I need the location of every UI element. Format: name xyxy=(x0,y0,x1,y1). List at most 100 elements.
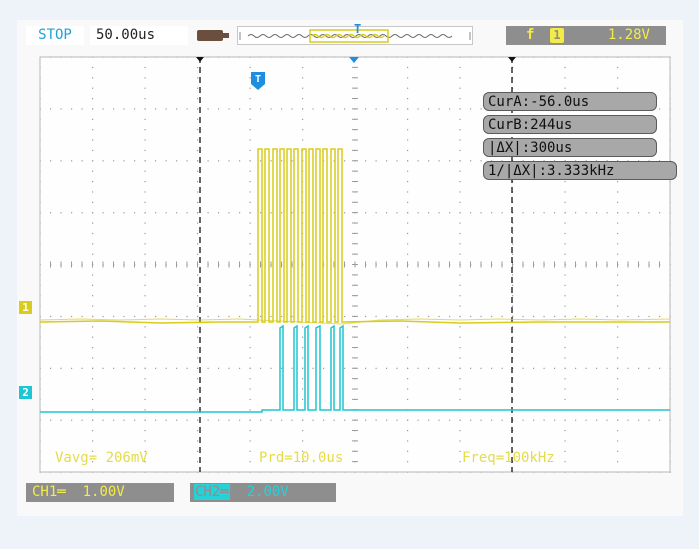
graticule-dot xyxy=(564,181,566,183)
graticule-dot xyxy=(564,430,566,432)
graticule-dot xyxy=(543,419,545,421)
graticule-dot xyxy=(197,87,199,89)
graticule-dot xyxy=(312,419,314,421)
graticule-dot xyxy=(102,315,104,318)
timebase-readout[interactable]: 50.00us xyxy=(90,26,188,45)
graticule-dot xyxy=(564,419,566,421)
graticule-dot xyxy=(249,243,251,245)
graticule-dot xyxy=(470,160,472,162)
graticule-dot xyxy=(123,108,125,110)
ch2-ground-marker[interactable]: 2 xyxy=(19,386,32,399)
graticule-dot xyxy=(176,315,178,318)
graticule-dot xyxy=(102,419,104,421)
graticule-dot xyxy=(239,315,241,318)
graticule-dot xyxy=(144,274,146,276)
graticule-dot xyxy=(144,367,146,369)
graticule-dot xyxy=(302,419,304,421)
graticule-dot xyxy=(239,160,241,162)
graticule-dot xyxy=(648,315,650,318)
graticule-dot xyxy=(144,243,146,245)
graticule-dot xyxy=(344,315,346,318)
graticule-dot xyxy=(512,305,514,307)
graticule-dot xyxy=(207,212,209,214)
graticule-dot xyxy=(617,378,619,380)
ch2-scale-box[interactable]: CH2═ 2.00V xyxy=(190,483,336,502)
graticule-dot xyxy=(617,450,619,452)
graticule-dot xyxy=(249,378,251,380)
period-measurement: Prd=10.0us xyxy=(259,450,344,466)
graticule-dot xyxy=(564,357,566,359)
graticule-dot xyxy=(249,367,251,369)
graticule-dot xyxy=(323,108,325,110)
graticule-dot xyxy=(428,160,430,162)
graticule-dot xyxy=(144,378,146,380)
graticule-dot xyxy=(113,315,115,318)
graticule-dot xyxy=(627,367,629,369)
graticule-dot xyxy=(375,367,377,369)
run-state-badge[interactable]: STOP xyxy=(26,26,84,45)
graticule-dot xyxy=(617,201,619,203)
trigger-point-label: T xyxy=(255,74,261,85)
graticule-dot xyxy=(92,419,94,421)
graticule-dot xyxy=(333,108,335,110)
graticule-dot xyxy=(92,212,94,214)
graticule-dot xyxy=(92,274,94,276)
graticule-dot xyxy=(522,212,524,214)
graticule-dot xyxy=(459,357,461,359)
graticule-dot xyxy=(638,315,640,318)
graticule-dot xyxy=(459,450,461,452)
graticule-dot xyxy=(564,450,566,452)
graticule-dot xyxy=(249,139,251,141)
memory-trigger-marker: T xyxy=(354,22,362,36)
graticule-dot xyxy=(197,160,199,162)
graticule-dot xyxy=(239,108,241,110)
graticule-dot xyxy=(186,367,188,369)
graticule-dot xyxy=(480,367,482,369)
graticule-dot xyxy=(417,160,419,162)
graticule-dot xyxy=(144,253,146,255)
graticule-dot xyxy=(239,367,241,369)
graticule-dot xyxy=(617,305,619,307)
graticule-dot xyxy=(144,398,146,401)
graticule-dot xyxy=(134,315,136,318)
graticule-dot xyxy=(197,450,199,452)
graticule-dot xyxy=(459,461,461,463)
graticule-dot xyxy=(291,108,293,110)
graticule-dot xyxy=(459,222,461,224)
graticule-dot xyxy=(249,388,251,390)
graticule-dot xyxy=(344,160,346,162)
ch1-ground-marker[interactable]: 1 xyxy=(19,301,32,314)
graticule-dot xyxy=(386,160,388,162)
graticule-dot xyxy=(197,118,199,120)
ch1-scale-box[interactable]: CH1═ 1.00V xyxy=(26,483,174,502)
graticule-dot xyxy=(365,160,367,162)
graticule-dot xyxy=(60,160,62,162)
graticule-dot xyxy=(144,315,146,318)
memory-position-bar[interactable]: T xyxy=(237,22,473,45)
graticule-dot xyxy=(617,430,619,432)
graticule-dot xyxy=(144,160,146,162)
graticule-dot xyxy=(596,212,598,214)
graticule-dot xyxy=(396,419,398,421)
ch2-scale: 2.00V xyxy=(246,484,289,500)
graticule-dot xyxy=(197,305,199,307)
graticule-dot xyxy=(302,440,304,442)
graticule-dot xyxy=(186,419,188,421)
graticule-dot xyxy=(71,367,73,369)
battery-tip xyxy=(223,33,229,38)
graticule-dot xyxy=(144,77,146,79)
graticule-dot xyxy=(449,108,451,110)
graticule-dot xyxy=(627,212,629,214)
graticule-dot xyxy=(480,212,482,214)
graticule-dot xyxy=(50,315,52,318)
graticule-dot xyxy=(617,77,619,79)
graticule-dot xyxy=(144,419,146,421)
graticule-dot xyxy=(270,419,272,421)
graticule-dot xyxy=(617,440,619,442)
graticule-dot xyxy=(92,326,94,328)
graticule-dot xyxy=(480,419,482,421)
graticule-dot xyxy=(302,398,304,401)
trigger-panel[interactable]: f 1 1.28V xyxy=(506,26,666,45)
graticule-dot xyxy=(407,357,409,359)
graticule-dot xyxy=(249,461,251,463)
